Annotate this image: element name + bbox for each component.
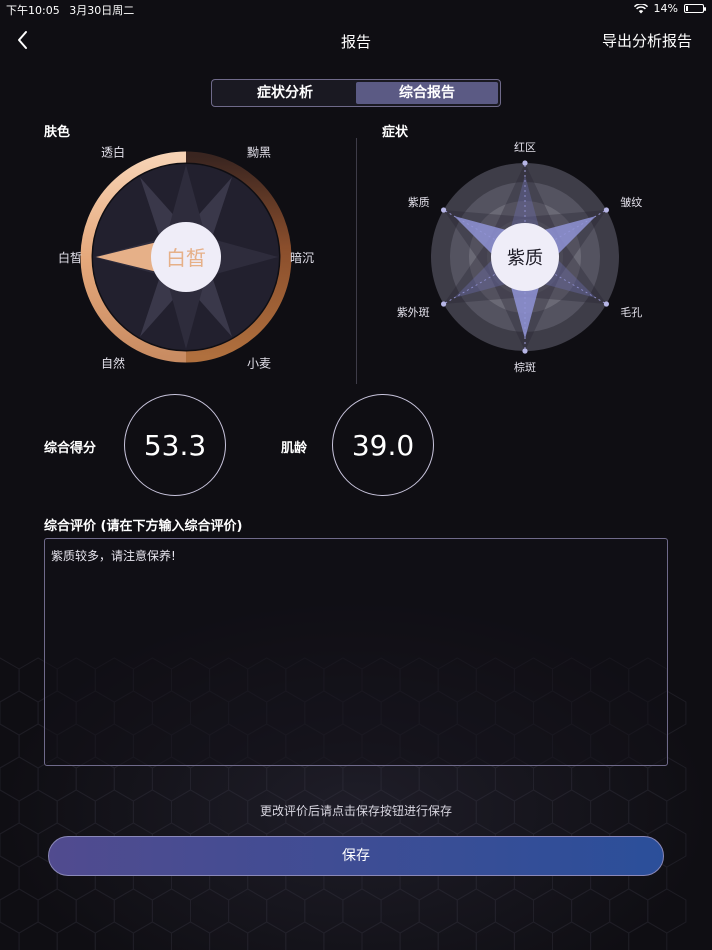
hex-cell — [228, 888, 268, 934]
save-button[interactable]: 保存 — [48, 836, 664, 876]
radar-label: 毛孔 — [620, 306, 642, 319]
report-tabs: 症状分析 综合报告 — [211, 79, 501, 107]
hex-cell — [571, 888, 611, 934]
hex-cell — [190, 888, 230, 934]
status-time: 下午10:05 — [6, 4, 60, 17]
nav-bar: 报告 导出分析报告 — [0, 22, 712, 58]
overall-score-circle: 53.3 — [124, 394, 226, 496]
radar-label: 紫质 — [408, 196, 430, 209]
hex-cell — [0, 723, 20, 769]
hex-cell — [437, 921, 477, 950]
hex-cell — [513, 921, 553, 950]
hex-cell — [171, 921, 211, 950]
hex-cell — [590, 921, 630, 950]
status-date: 3月30日周二 — [69, 4, 135, 17]
hex-cell — [0, 888, 39, 934]
hex-cell — [0, 855, 20, 901]
hex-cell — [475, 921, 515, 950]
hex-cell — [0, 690, 39, 736]
battery-icon — [684, 4, 706, 13]
hex-cell — [247, 921, 287, 950]
hex-cell — [0, 822, 39, 868]
status-bar: 下午10:05 3月30日周二 14% — [0, 0, 712, 18]
evaluation-input[interactable]: 紫质较多，请注意保养! — [44, 538, 668, 766]
radar-axis-dot — [522, 160, 528, 166]
hex-cell — [151, 888, 191, 934]
hex-cell — [0, 657, 20, 703]
hex-cell — [552, 921, 592, 950]
overall-score-label: 综合得分 — [44, 441, 97, 456]
skin-age-circle: 39.0 — [332, 394, 434, 496]
skin-label: 小麦 — [247, 357, 271, 371]
hex-cell — [647, 888, 687, 934]
hex-cell — [380, 888, 420, 934]
skin-center-text: 白皙 — [166, 246, 206, 270]
skin-age-label: 肌龄 — [281, 441, 308, 456]
radar-axis-dot — [603, 301, 609, 307]
radar-label: 棕斑 — [514, 360, 536, 374]
overall-score-value: 53.3 — [143, 428, 207, 462]
radar-label: 紫外斑 — [397, 306, 430, 319]
skin-color-section-label: 肤色 — [44, 125, 71, 140]
skin-label: 白皙 — [58, 250, 82, 265]
hex-cell — [94, 921, 134, 950]
hex-cell — [75, 888, 115, 934]
tab-comprehensive-report[interactable]: 综合报告 — [356, 82, 498, 104]
hex-cell — [18, 921, 58, 950]
save-hint: 更改评价后请点击保存按钮进行保存 — [259, 804, 452, 818]
hex-cell — [609, 888, 649, 934]
hex-cell — [132, 921, 172, 950]
radar-label: 皱纹 — [620, 195, 642, 209]
hex-cell — [361, 921, 401, 950]
radar-axis-dot — [441, 301, 447, 307]
hex-cell — [494, 888, 534, 934]
hex-cell — [56, 921, 96, 950]
radar-axis-dot — [522, 348, 528, 354]
skin-color-dial: 白皙 透白 黝黑暗沉小麦 自然 白皙 — [58, 144, 314, 371]
hex-cell — [266, 888, 306, 934]
hex-cell — [0, 756, 39, 802]
battery-percent: 14% — [653, 2, 678, 15]
hex-cell — [285, 921, 325, 950]
hex-cell — [209, 921, 249, 950]
hex-cell — [113, 888, 153, 934]
hex-cell — [304, 888, 344, 934]
hex-cell — [456, 888, 496, 934]
chevron-left-icon — [18, 31, 27, 49]
hex-cell — [399, 921, 439, 950]
skin-label: 黝黑 — [247, 145, 271, 159]
hex-cell — [628, 921, 668, 950]
back-button[interactable] — [12, 28, 34, 52]
radar-label: 红区 — [514, 141, 536, 154]
hex-cell — [533, 888, 573, 934]
symptom-radar-chart: 紫质 红区皱纹毛孔棕斑 紫外斑 紫质 — [397, 141, 643, 374]
hex-cell — [323, 921, 363, 950]
hex-cell — [0, 921, 20, 950]
battery-fill — [686, 6, 688, 11]
skin-age-value: 39.0 — [351, 428, 415, 462]
wifi-icon — [633, 3, 648, 13]
hex-cell — [37, 888, 77, 934]
evaluation-title: 综合评价 (请在下方输入综合评价) — [44, 519, 243, 534]
radar-center-text: 紫质 — [507, 248, 543, 269]
radar-axis-dot — [441, 207, 447, 213]
hex-cell — [418, 888, 458, 934]
radar-axis-dot — [603, 207, 609, 213]
tab-symptom-analysis[interactable]: 症状分析 — [214, 82, 356, 104]
skin-label: 自然 — [101, 356, 125, 371]
export-report-button[interactable]: 导出分析报告 — [602, 30, 692, 51]
symptom-section-label: 症状 — [382, 125, 409, 140]
hex-cell — [342, 888, 382, 934]
skin-label: 透白 — [101, 144, 125, 159]
skin-label: 暗沉 — [290, 250, 314, 265]
